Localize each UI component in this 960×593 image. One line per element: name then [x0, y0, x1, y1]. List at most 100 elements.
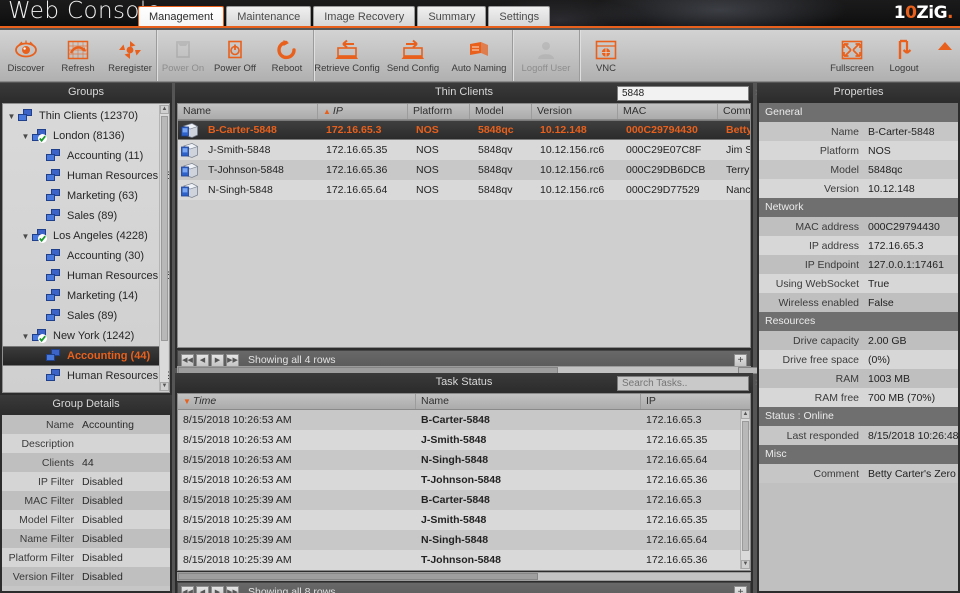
toolbar-button-retrieve-config[interactable]: Retrieve Config — [314, 30, 380, 81]
toolbar-group-4: VNC — [580, 30, 632, 81]
group-tree-node[interactable]: Human Resources (6) — [3, 166, 159, 186]
toolbar-button-label: Fullscreen — [830, 63, 874, 74]
table-row[interactable]: 8/15/2018 10:26:53 AMN-Singh-5848172.16.… — [178, 450, 750, 470]
task-scroll-down-arrow[interactable]: ▼ — [741, 560, 750, 569]
tab-image-recovery[interactable]: Image Recovery — [313, 6, 415, 28]
table-row[interactable]: B-Carter-5848172.16.65.3NOS5848qc10.12.1… — [178, 120, 750, 140]
task-add-button[interactable]: + — [734, 586, 747, 593]
table-row[interactable]: 8/15/2018 10:26:53 AMB-Carter-5848172.16… — [178, 410, 750, 430]
tab-settings[interactable]: Settings — [488, 6, 550, 28]
group-tree-node[interactable]: Accounting (30) — [3, 246, 159, 266]
task-status-grid[interactable]: ▼TimeNameIP 8/15/2018 10:26:53 AMB-Carte… — [177, 393, 751, 571]
task-scroll-thumb[interactable] — [742, 421, 749, 551]
group-tree-label: Accounting (11) — [67, 150, 143, 162]
column-header-mac[interactable]: MAC — [618, 104, 718, 119]
group-tree-node[interactable]: ▼Los Angeles (4228) — [3, 226, 159, 246]
group-tree-node[interactable]: ▼ New York (1242) — [3, 326, 159, 346]
power-on-icon — [170, 39, 196, 61]
page-first-button[interactable]: ◀◀ — [181, 354, 194, 367]
table-row[interactable]: 8/15/2018 10:26:53 AMT-Johnson-5848172.1… — [178, 470, 750, 490]
page-prev-button[interactable]: ◀ — [196, 354, 209, 367]
tab-summary[interactable]: Summary — [417, 6, 486, 28]
column-header-name[interactable]: Name — [416, 394, 641, 409]
table-row[interactable]: 8/15/2018 10:25:39 AMN-Singh-5848172.16.… — [178, 530, 750, 550]
column-header-version[interactable]: Version — [532, 104, 618, 119]
group-tree-node[interactable]: Accounting (11) — [3, 146, 159, 166]
group-tree-node[interactable]: Accounting (44) — [3, 346, 159, 366]
group-tree-label: New York (1242) — [53, 330, 134, 342]
column-header-ip[interactable]: IP — [641, 394, 751, 409]
table-row[interactable]: 8/15/2018 10:25:39 AMT-Johnson-5848172.1… — [178, 550, 750, 570]
scroll-down-arrow[interactable]: ▼ — [160, 382, 169, 391]
group-tree-node[interactable]: ▼Thin Clients (12370) — [3, 106, 159, 126]
task-status-hscrollbar[interactable] — [177, 572, 751, 581]
group-tree-node[interactable]: Human Resources (61) — [3, 266, 159, 286]
group-tree-label: Sales (89) — [67, 310, 117, 322]
expand-collapse-icon[interactable]: ▼ — [19, 132, 32, 141]
page-next-button[interactable]: ▶ — [211, 354, 224, 367]
table-cell-name: J-Smith-5848 — [416, 514, 641, 526]
tab-management[interactable]: Management — [138, 6, 224, 28]
group-tree-node[interactable]: Marketing (63) — [3, 186, 159, 206]
task-page-next-button[interactable]: ▶ — [211, 586, 224, 593]
page-last-button[interactable]: ▶▶ — [226, 354, 239, 367]
task-status-search[interactable]: ✕ — [617, 376, 749, 391]
group-tree-node[interactable]: ▼London (8136) — [3, 126, 159, 146]
table-row[interactable]: T-Johnson-5848172.16.65.36NOS5848qv10.12… — [178, 160, 750, 180]
task-page-first-button[interactable]: ◀◀ — [181, 586, 194, 593]
toolbar-button-power-off[interactable]: Power Off — [209, 30, 261, 81]
thin-clients-grid[interactable]: Name▲IPPlatformModelVersionMACComment B-… — [177, 103, 751, 348]
task-page-prev-button[interactable]: ◀ — [196, 586, 209, 593]
table-cell-version: 10.12.156.rc6 — [535, 184, 621, 196]
property-value: (0%) — [865, 354, 890, 366]
add-column-button[interactable]: + — [734, 354, 747, 367]
table-cell-ip: 172.16.65.35 — [321, 144, 411, 156]
scroll-up-arrow[interactable]: ▲ — [160, 105, 169, 114]
column-header-ip[interactable]: ▲IP — [318, 104, 408, 119]
brand-logo: 10ZiG. — [894, 4, 953, 23]
toolbar-button-reregister[interactable]: Reregister — [104, 30, 156, 81]
table-row[interactable]: 8/15/2018 10:25:39 AMJ-Smith-5848172.16.… — [178, 510, 750, 530]
property-key: Drive free space — [759, 354, 865, 366]
expand-collapse-icon[interactable]: ▼ — [5, 112, 18, 121]
groups-tree-scrollbar[interactable]: ▲ ▼ — [159, 105, 168, 391]
tab-maintenance[interactable]: Maintenance — [226, 6, 311, 28]
table-row[interactable]: N-Singh-5848172.16.65.64NOS5848qv10.12.1… — [178, 180, 750, 200]
toolbar-button-auto-naming[interactable]: Auto Naming — [446, 30, 512, 81]
toolbar-button-send-config[interactable]: Send Config — [380, 30, 446, 81]
expand-collapse-icon[interactable]: ▼ — [19, 332, 32, 341]
toolbar-button-logout[interactable]: Logout — [878, 30, 930, 81]
toolbar-button-reboot[interactable]: Reboot — [261, 30, 313, 81]
column-header-name[interactable]: Name — [178, 104, 318, 119]
toolbar-button-refresh[interactable]: Refresh — [52, 30, 104, 81]
task-hscroll-thumb[interactable] — [178, 573, 538, 580]
task-status-grid-body[interactable]: 8/15/2018 10:26:53 AMB-Carter-5848172.16… — [178, 410, 750, 570]
property-key: Model — [759, 164, 865, 176]
group-folder-icon — [46, 289, 63, 303]
toolbar-collapse-button[interactable] — [930, 30, 960, 81]
task-status-vscrollbar[interactable]: ▲ ▼ — [740, 410, 749, 569]
group-tree-node[interactable]: Sales (89) — [3, 306, 159, 326]
column-header-comment[interactable]: Comment — [718, 104, 751, 119]
task-status-search-input[interactable] — [618, 378, 754, 389]
table-row[interactable]: 8/15/2018 10:25:39 AMB-Carter-5848172.16… — [178, 490, 750, 510]
group-tree-node[interactable]: Human Resources (21) — [3, 366, 159, 386]
group-tree-node[interactable]: Sales (89) — [3, 206, 159, 226]
task-page-last-button[interactable]: ▶▶ — [226, 586, 239, 593]
expand-collapse-icon[interactable]: ▼ — [19, 232, 32, 241]
column-header-model[interactable]: Model — [470, 104, 532, 119]
column-header-time[interactable]: ▼Time — [178, 394, 416, 409]
thin-clients-search-input[interactable] — [618, 88, 754, 99]
group-tree-node[interactable]: Marketing (14) — [3, 286, 159, 306]
thin-clients-search[interactable]: ✕ — [617, 86, 749, 101]
toolbar-button-discover[interactable]: Discover — [0, 30, 52, 81]
thin-clients-grid-body[interactable]: B-Carter-5848172.16.65.3NOS5848qc10.12.1… — [178, 120, 750, 200]
table-row[interactable]: 8/15/2018 10:26:53 AMJ-Smith-5848172.16.… — [178, 430, 750, 450]
toolbar-button-vnc[interactable]: VNC — [580, 30, 632, 81]
toolbar-button-fullscreen[interactable]: Fullscreen — [826, 30, 878, 81]
task-scroll-up-arrow[interactable]: ▲ — [741, 410, 750, 419]
scroll-thumb[interactable] — [161, 116, 168, 341]
groups-tree[interactable]: ▼Thin Clients (12370)▼London (8136) Accou… — [2, 103, 170, 393]
table-row[interactable]: J-Smith-5848172.16.65.35NOS5848qv10.12.1… — [178, 140, 750, 160]
column-header-platform[interactable]: Platform — [408, 104, 470, 119]
